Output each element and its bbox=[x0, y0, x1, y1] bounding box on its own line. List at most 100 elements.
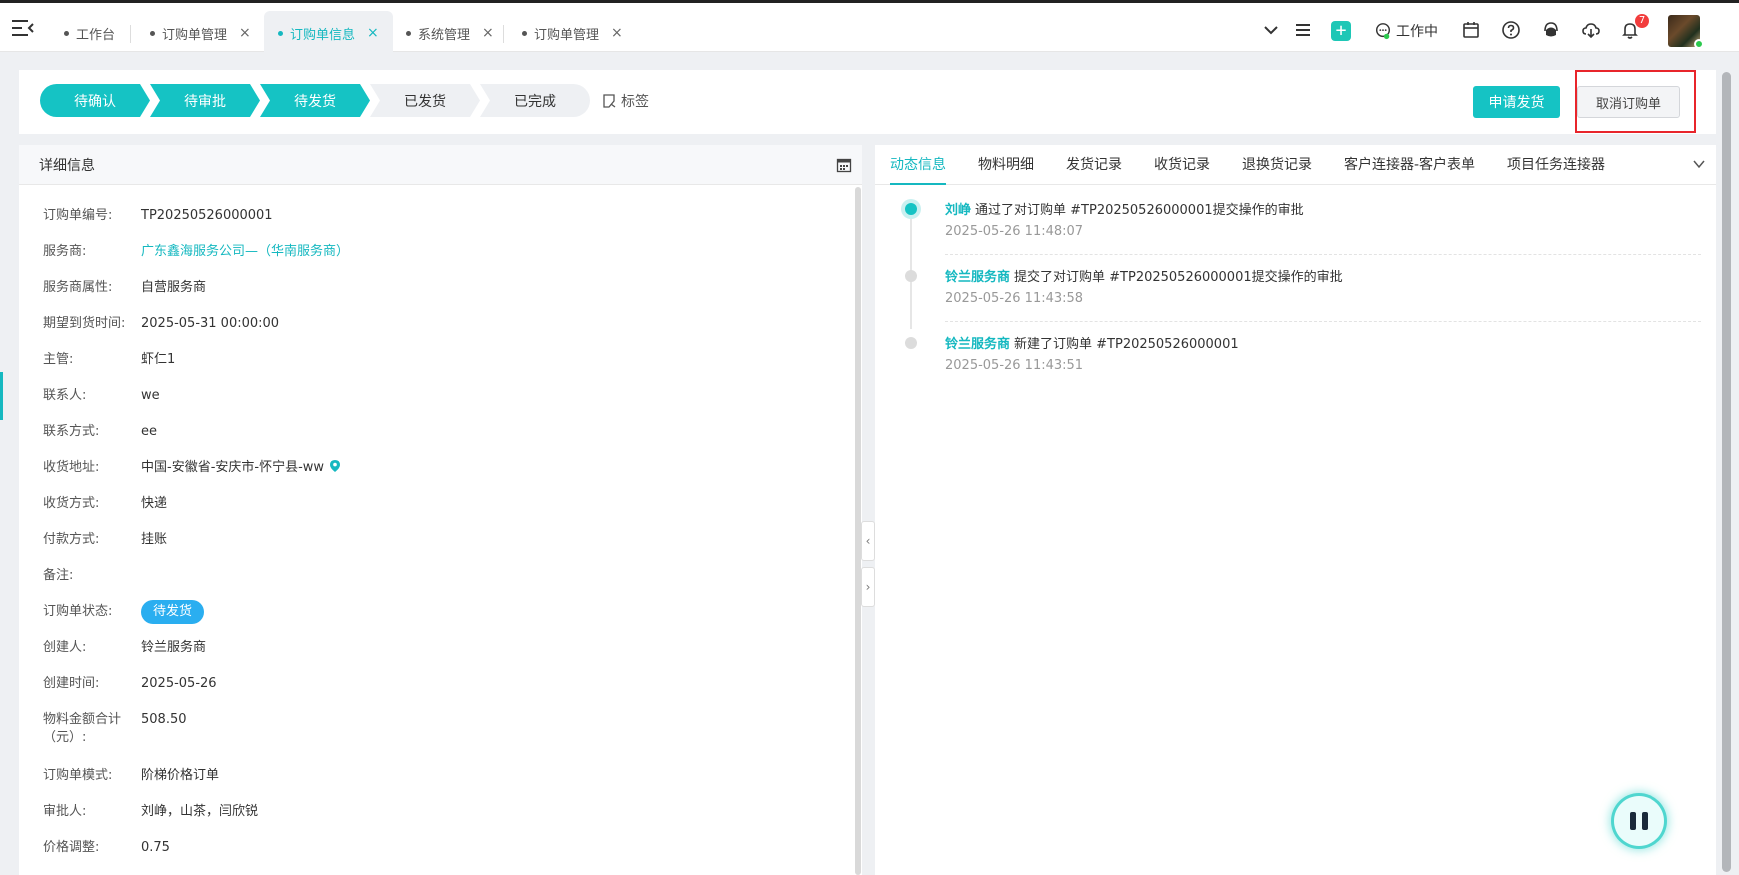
order-steps: 待确认 待审批 待发货 已发货 已完成 bbox=[40, 84, 590, 117]
field-value: 0.75 bbox=[141, 840, 170, 855]
tab-order-management[interactable]: 订购单管理 × bbox=[136, 11, 265, 55]
field-value: 待发货 bbox=[141, 600, 205, 624]
calendar-view-icon[interactable] bbox=[836, 157, 852, 173]
field-label: 订购单编号: bbox=[43, 208, 113, 223]
floating-pause-button[interactable] bbox=[1614, 796, 1664, 846]
scrollbar-thumb[interactable] bbox=[1722, 72, 1731, 872]
field-value: 刘峥，山茶，闫欣锐 bbox=[141, 804, 259, 819]
tab-label: 订购单信息 bbox=[290, 27, 356, 43]
tab-order-info[interactable]: 订购单信息 × bbox=[264, 11, 393, 55]
field-label: 订购单状态: bbox=[43, 604, 113, 619]
field-material-total: 物料金额合计（元）: 508.50 bbox=[43, 711, 187, 747]
close-icon[interactable]: × bbox=[482, 25, 494, 41]
field-value: 阶梯价格订单 bbox=[141, 768, 220, 783]
chevron-down-icon[interactable] bbox=[1692, 157, 1706, 171]
tab-project-task-connector[interactable]: 项目任务连接器 bbox=[1507, 145, 1605, 185]
tag-button[interactable]: 标签 bbox=[602, 92, 649, 110]
field-creator: 创建人: 铃兰服务商 bbox=[43, 639, 206, 657]
field-value: 2025-05-26 bbox=[141, 676, 217, 691]
tab-material-details[interactable]: 物料明细 bbox=[978, 145, 1034, 185]
customer-service-icon[interactable] bbox=[1541, 20, 1561, 40]
status-badge: 待发货 bbox=[141, 600, 205, 624]
field-label: 订购单模式: bbox=[43, 768, 113, 783]
work-status[interactable]: 工作中 bbox=[1374, 21, 1438, 41]
timeline-actor[interactable]: 铃兰服务商 bbox=[945, 270, 1010, 285]
location-pin-icon[interactable] bbox=[330, 460, 341, 472]
timeline-action: 提交了对订购单 #TP20250526000001提交操作的审批 bbox=[1014, 270, 1343, 285]
field-value: TP20250526000001 bbox=[141, 208, 273, 223]
tab-system-management[interactable]: 系统管理 × bbox=[392, 11, 508, 55]
step-completed[interactable]: 已完成 bbox=[480, 84, 590, 117]
timeline-actor[interactable]: 铃兰服务商 bbox=[945, 337, 1010, 352]
cancel-order-button[interactable]: 取消订购单 bbox=[1577, 86, 1680, 118]
close-icon[interactable]: × bbox=[239, 25, 251, 41]
field-value: ee bbox=[141, 424, 157, 439]
timeline-text: 铃兰服务商 新建了订购单 #TP20250526000001 bbox=[945, 336, 1701, 354]
field-contact: 联系人: we bbox=[43, 387, 160, 405]
timeline-time: 2025-05-26 11:43:51 bbox=[945, 358, 1084, 373]
field-value: 虾仁1 bbox=[141, 352, 176, 367]
online-indicator bbox=[1694, 39, 1704, 49]
field-label: 联系方式: bbox=[43, 424, 100, 439]
pause-icon bbox=[1630, 812, 1636, 830]
step-shipped[interactable]: 已发货 bbox=[370, 84, 480, 117]
chevron-down-icon[interactable] bbox=[1261, 20, 1281, 40]
pause-icon bbox=[1642, 812, 1648, 830]
help-icon[interactable] bbox=[1501, 20, 1521, 40]
field-provider-attribute: 服务商属性: 自营服务商 bbox=[43, 279, 206, 297]
step-pending-approval[interactable]: 待审批 bbox=[150, 84, 260, 117]
field-value: we bbox=[141, 388, 160, 403]
timeline-divider bbox=[945, 321, 1701, 322]
add-icon[interactable]: + bbox=[1331, 21, 1351, 41]
tab-divider bbox=[503, 25, 504, 43]
cloud-download-icon[interactable] bbox=[1581, 20, 1601, 40]
close-icon[interactable]: × bbox=[367, 25, 379, 41]
timeline-time: 2025-05-26 11:43:58 bbox=[945, 291, 1084, 306]
tab-shipping-records[interactable]: 发货记录 bbox=[1066, 145, 1122, 185]
field-order-status: 订购单状态: 待发货 bbox=[43, 600, 205, 624]
field-expected-arrival: 期望到货时间: 2025-05-31 00:00:00 bbox=[43, 315, 279, 333]
timeline-divider bbox=[945, 254, 1701, 255]
tab-label: 系统管理 bbox=[418, 27, 471, 43]
field-label: 收货方式: bbox=[43, 496, 100, 511]
field-value: 挂账 bbox=[141, 532, 168, 547]
timeline-item: 铃兰服务商 提交了对订购单 #TP20250526000001提交操作的审批 20… bbox=[945, 269, 1701, 322]
collapse-left-button[interactable]: ‹ bbox=[861, 521, 875, 561]
tab-dot bbox=[522, 30, 527, 36]
calendar-icon[interactable] bbox=[1461, 20, 1481, 40]
field-label: 价格调整: bbox=[43, 840, 100, 855]
close-icon[interactable]: × bbox=[611, 25, 623, 41]
apply-shipment-button[interactable]: 申请发货 bbox=[1473, 86, 1560, 118]
field-value: 自营服务商 bbox=[141, 280, 207, 295]
field-value: 铃兰服务商 bbox=[141, 640, 207, 655]
tab-workbench[interactable]: 工作台 bbox=[50, 11, 129, 55]
tab-dot bbox=[406, 30, 411, 36]
tag-label: 标签 bbox=[621, 94, 649, 110]
step-pending-confirm[interactable]: 待确认 bbox=[40, 84, 150, 117]
tab-return-records[interactable]: 退换货记录 bbox=[1242, 145, 1312, 185]
field-label: 联系人: bbox=[43, 388, 87, 403]
menu-toggle-icon[interactable] bbox=[12, 19, 34, 37]
chevron-left-icon: ‹ bbox=[865, 534, 871, 548]
chat-status-icon bbox=[1375, 23, 1391, 40]
collapse-right-button[interactable]: › bbox=[861, 567, 875, 607]
timeline-actor[interactable]: 刘峥 bbox=[945, 203, 971, 218]
order-progress-card: 待确认 待审批 待发货 已发货 已完成 标签 申请发货 取消订购单 bbox=[19, 70, 1716, 134]
tab-customer-connector-form[interactable]: 客户连接器-客户表单 bbox=[1344, 145, 1475, 185]
page-scrollbar[interactable] bbox=[1718, 52, 1739, 875]
tab-receiving-records[interactable]: 收货记录 bbox=[1154, 145, 1210, 185]
avatar[interactable] bbox=[1668, 15, 1704, 49]
tab-order-management-2[interactable]: 订购单管理 × bbox=[508, 11, 637, 55]
tab-activity[interactable]: 动态信息 bbox=[890, 145, 946, 185]
field-label: 审批人: bbox=[43, 804, 87, 819]
field-order-mode: 订购单模式: 阶梯价格订单 bbox=[43, 767, 219, 785]
detail-panel-title: 详细信息 bbox=[39, 157, 95, 174]
field-value: 2025-05-31 00:00:00 bbox=[141, 316, 280, 331]
service-provider-link[interactable]: 广东鑫海服务公司—（华南服务商） bbox=[141, 243, 349, 261]
timeline-item: 刘峥 通过了对订购单 #TP20250526000001提交操作的审批 2025-… bbox=[945, 202, 1701, 255]
list-menu-icon[interactable] bbox=[1293, 20, 1313, 40]
timeline-line bbox=[910, 207, 912, 329]
field-label: 收货地址: bbox=[43, 460, 100, 475]
field-label: 主管: bbox=[43, 352, 74, 367]
step-pending-shipment[interactable]: 待发货 bbox=[260, 84, 370, 117]
